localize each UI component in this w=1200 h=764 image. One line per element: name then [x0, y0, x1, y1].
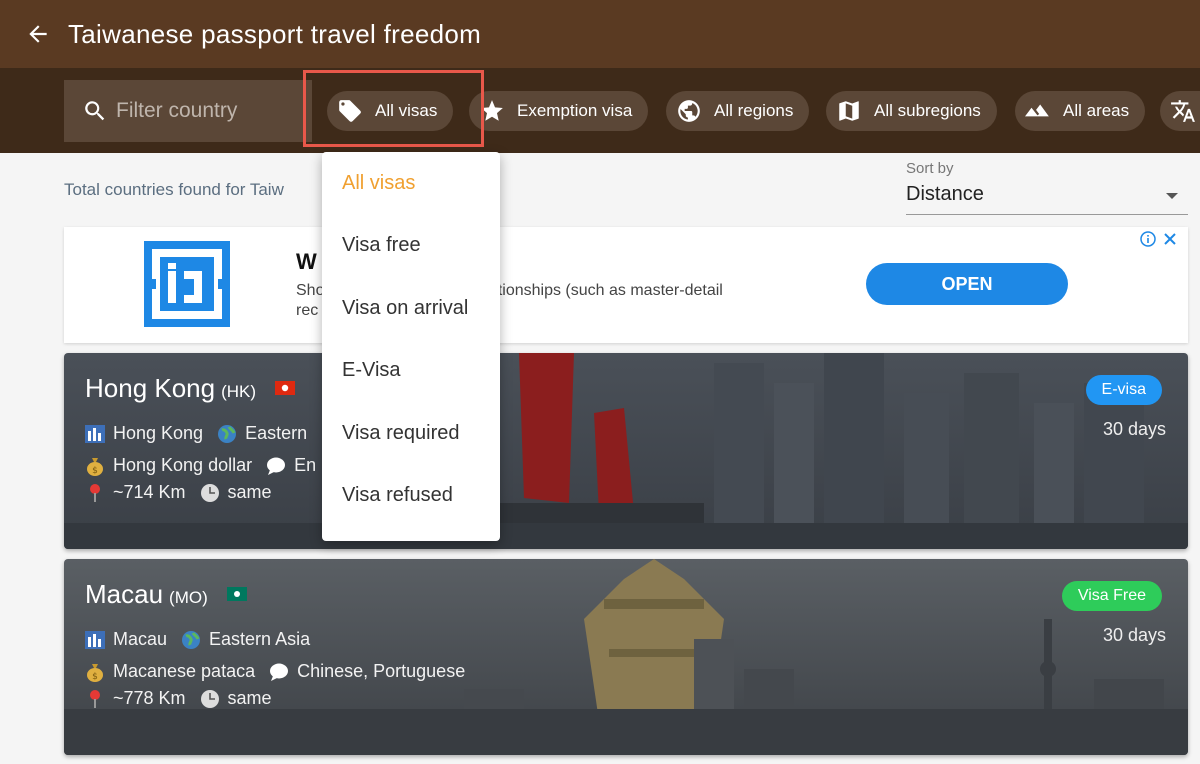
country-code: (HK) — [221, 382, 257, 401]
info-row: ~714 Km same — [85, 482, 272, 503]
country-name: Macau (MO) — [85, 579, 247, 610]
capital-text: Hong Kong — [113, 423, 204, 443]
money-bag-icon: $ — [85, 456, 105, 476]
dropdown-option-visa-refused[interactable]: Visa refused — [322, 465, 500, 528]
chip-label: All subregions — [874, 101, 981, 120]
country-name: Hong Kong (HK) — [85, 373, 296, 404]
search-icon — [82, 98, 108, 124]
sort-value[interactable]: Distance — [906, 183, 1188, 215]
info-icon[interactable] — [1140, 231, 1156, 252]
region-text: Eastern — [245, 423, 308, 443]
chip-all-subregions[interactable]: All subregions — [826, 91, 997, 131]
info-row: $ Hong Kong dollar En — [85, 455, 316, 476]
results-count-text: Total countries found for Taiw — [64, 180, 284, 199]
dropdown-option-visa-on-arrival[interactable]: Visa on arrival — [322, 277, 500, 340]
chip-all-visas[interactable]: All visas — [327, 91, 454, 131]
ad-banner[interactable]: W Sho tionships (such as master-detail r… — [64, 227, 1188, 343]
svg-text:$: $ — [92, 672, 98, 682]
page-title: Taiwanese passport travel freedom — [68, 18, 482, 49]
globe-emoji-icon — [181, 630, 201, 650]
dropdown-option-all-visas[interactable]: All visas — [322, 152, 500, 215]
clock-icon — [200, 483, 220, 503]
star-icon — [479, 98, 505, 124]
country-name-text: Hong Kong — [85, 373, 216, 403]
dropdown-option-visa-free[interactable]: Visa free — [322, 215, 500, 278]
dropdown-option-e-visa[interactable]: E-Visa — [322, 340, 500, 403]
info-row: ~778 Km same — [85, 688, 272, 709]
sort-value-text: Distance — [906, 183, 984, 205]
tag-icon — [337, 98, 363, 124]
chip-exemption-visa[interactable]: Exemption visa — [469, 91, 649, 131]
stay-days: 30 days — [1102, 625, 1166, 645]
info-row: Hong Kong Eastern — [85, 423, 307, 444]
map-icon — [836, 98, 862, 124]
macau-flag-icon — [227, 587, 247, 602]
sort-label: Sort by — [906, 160, 954, 177]
country-name-text: Macau — [85, 579, 164, 609]
timezone-text: same — [227, 482, 272, 502]
chip-languages[interactable] — [1160, 91, 1200, 131]
chip-label: All regions — [714, 101, 794, 120]
country-card-hong-kong[interactable]: Hong Kong (HK) Hong Kong Eastern $ Hong K… — [64, 353, 1188, 549]
distance-text: ~778 Km — [113, 688, 186, 708]
money-bag-icon: $ — [85, 662, 105, 682]
stay-days: 30 days — [1102, 419, 1166, 439]
language-text: En — [294, 455, 317, 475]
country-card-macau[interactable]: Macau (MO) Macau Eastern Asia $ Macanese … — [64, 559, 1188, 755]
visa-filter-dropdown: All visas Visa free Visa on arrival E-Vi… — [322, 152, 500, 541]
chevron-down-icon — [1166, 193, 1178, 199]
globe-icon — [676, 98, 702, 124]
capital-text: Macau — [113, 629, 168, 649]
language-text: Chinese, Portuguese — [297, 661, 466, 681]
ad-controls — [1140, 231, 1178, 252]
ad-title: W — [296, 249, 317, 274]
speech-bubble-icon — [269, 662, 289, 682]
currency-text: Macanese pataca — [113, 661, 256, 681]
dropdown-option-visa-required[interactable]: Visa required — [322, 402, 500, 465]
region-text: Eastern Asia — [209, 629, 311, 649]
chip-all-regions[interactable]: All regions — [666, 91, 810, 131]
visa-badge: Visa Free — [1061, 581, 1162, 611]
country-code: (MO) — [169, 588, 208, 607]
arrow-back-icon[interactable] — [18, 14, 58, 54]
chip-label: Exemption visa — [517, 101, 633, 120]
svg-text:$: $ — [92, 466, 98, 476]
globe-emoji-icon — [217, 424, 237, 444]
sort-select[interactable]: Sort by Distance — [906, 160, 1188, 215]
ad-open-button[interactable]: OPEN — [866, 263, 1068, 305]
city-icon — [85, 630, 105, 650]
timezone-text: same — [227, 688, 272, 708]
chip-label: All areas — [1063, 101, 1130, 120]
chip-label: All visas — [375, 101, 438, 120]
city-icon — [85, 424, 105, 444]
distance-text: ~714 Km — [113, 482, 186, 502]
search-box[interactable] — [64, 80, 312, 142]
chip-all-areas[interactable]: All areas — [1015, 91, 1146, 131]
currency-text: Hong Kong dollar — [113, 455, 253, 475]
pin-icon — [85, 483, 105, 503]
search-input[interactable] — [116, 99, 296, 123]
info-row: $ Macanese pataca Chinese, Portuguese — [85, 661, 465, 682]
visa-badge: E-visa — [1085, 375, 1162, 405]
terrain-icon — [1025, 98, 1051, 124]
hong-kong-flag-icon — [275, 381, 296, 396]
pin-icon — [85, 689, 105, 709]
app-bar: Taiwanese passport travel freedom — [0, 0, 1200, 68]
clock-icon — [200, 689, 220, 709]
close-icon[interactable] — [1162, 231, 1178, 252]
speech-bubble-icon — [266, 456, 286, 476]
info-row: Macau Eastern Asia — [85, 629, 310, 650]
translate-icon — [1170, 98, 1196, 124]
ad-logo — [144, 241, 230, 327]
filter-bar: All visas Exemption visa All regions All… — [0, 68, 1200, 153]
